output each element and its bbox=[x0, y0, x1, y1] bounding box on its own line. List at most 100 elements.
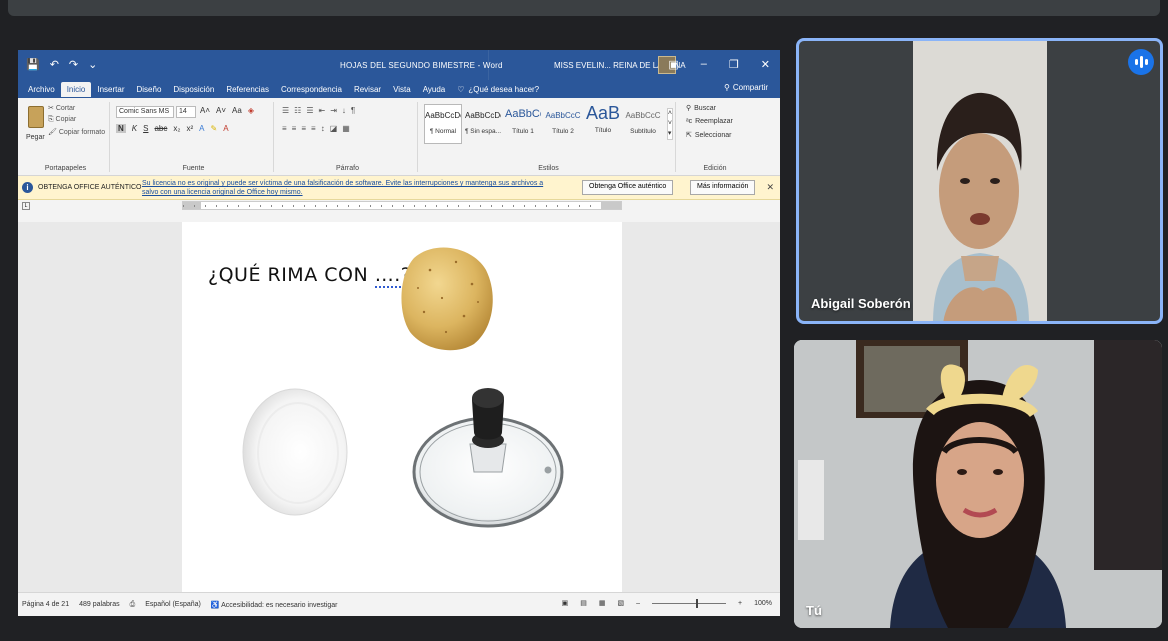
italic-button[interactable]: K bbox=[132, 124, 137, 133]
style-heading-1[interactable]: AaBbCc Título 1 bbox=[504, 104, 542, 144]
redo-icon[interactable]: ↷ bbox=[69, 58, 78, 71]
sort-icon[interactable]: ↓ bbox=[342, 106, 346, 115]
copy-label: Copiar bbox=[55, 116, 77, 123]
get-office-button[interactable]: Obtenga Office auténtico bbox=[582, 180, 674, 195]
styles-scroll-icon[interactable]: ˄ ˅ ▾ bbox=[666, 108, 673, 140]
close-bar-icon[interactable]: ✕ bbox=[766, 182, 774, 193]
strikethrough-button[interactable]: abc bbox=[154, 124, 167, 133]
font-name-select[interactable]: Comic Sans MS bbox=[116, 106, 174, 118]
accessibility-status[interactable]: ♿ Accesibilidad: es necesario investigar bbox=[211, 601, 338, 609]
print-layout-icon[interactable]: ▦ bbox=[599, 599, 606, 607]
font-group-label: Fuente bbox=[182, 165, 205, 172]
participant-tile-self[interactable]: Tú bbox=[794, 340, 1162, 628]
clear-format-icon[interactable]: ◈ bbox=[248, 106, 254, 115]
page-counter[interactable]: Página 4 de 21 bbox=[22, 601, 69, 609]
group-paragraph: ☰ ☷ ☰ ⇤ ⇥ ↓ ¶ ≡ ≡ ≡ ≡ ↕ ◪ ▦ Párrafo bbox=[278, 102, 418, 172]
align-right-icon[interactable]: ≡ bbox=[301, 124, 306, 133]
tab-vista[interactable]: Vista bbox=[387, 82, 417, 97]
shading-icon[interactable]: ◪ bbox=[330, 124, 338, 133]
multilevel-list-icon[interactable]: ☰ bbox=[306, 106, 313, 115]
close-icon[interactable]: ✕ bbox=[761, 58, 770, 71]
customize-qa-icon[interactable]: ⌄ bbox=[88, 58, 97, 71]
font-size-select[interactable]: 14 bbox=[176, 106, 196, 118]
more-info-button[interactable]: Más información bbox=[690, 180, 756, 195]
line-spacing-icon[interactable]: ↕ bbox=[321, 124, 325, 133]
participant-tile-abigail[interactable]: Abigail Soberón bbox=[796, 38, 1163, 324]
tab-archivo[interactable]: Archivo bbox=[22, 82, 61, 97]
undo-icon[interactable]: ↶ bbox=[50, 58, 59, 71]
tell-me-search[interactable]: ♡ ¿Qué desea hacer? bbox=[451, 82, 545, 97]
font-color-icon[interactable]: A bbox=[223, 124, 228, 133]
share-button[interactable]: ⚲ Compartir bbox=[724, 83, 768, 92]
style-no-spacing[interactable]: AaBbCcDc ¶ Sin espa... bbox=[464, 104, 502, 144]
style-title[interactable]: AaB Título bbox=[584, 103, 622, 144]
find-button[interactable]: ⚲ Buscar bbox=[686, 104, 733, 113]
restore-icon[interactable]: ❐ bbox=[729, 58, 739, 71]
tab-inicio[interactable]: Inicio bbox=[60, 81, 92, 97]
replace-label: Reemplazar bbox=[695, 118, 733, 125]
tab-selector[interactable]: L bbox=[22, 202, 30, 210]
language-status[interactable]: Español (España) bbox=[145, 601, 201, 609]
save-icon[interactable]: 💾 bbox=[26, 58, 40, 71]
style-preview: AaBbCcC bbox=[545, 111, 581, 120]
zoom-out-icon[interactable]: – bbox=[636, 600, 640, 607]
copy-button[interactable]: ⎘ Copiar bbox=[48, 116, 105, 124]
cursor-icon: ⇱ bbox=[686, 132, 692, 139]
tab-correspondencia[interactable]: Correspondencia bbox=[275, 82, 348, 97]
decrease-indent-icon[interactable]: ⇤ bbox=[319, 106, 326, 115]
change-case-icon[interactable]: Aa bbox=[232, 106, 242, 115]
zoom-level[interactable]: 100% bbox=[754, 600, 772, 607]
select-button[interactable]: ⇱ Seleccionar bbox=[686, 131, 733, 140]
style-heading-2[interactable]: AaBbCcC Título 2 bbox=[544, 104, 582, 144]
pot-lid-image bbox=[412, 388, 564, 528]
paste-button[interactable]: Pegar bbox=[26, 134, 45, 141]
shrink-font-icon[interactable]: A˅ bbox=[216, 106, 226, 115]
align-center-icon[interactable]: ≡ bbox=[292, 124, 297, 133]
style-subtitle[interactable]: AaBbCcC Subtítulo bbox=[624, 104, 662, 144]
tab-insertar[interactable]: Insertar bbox=[91, 82, 130, 97]
style-normal[interactable]: AaBbCcDc ¶ Normal bbox=[424, 104, 462, 144]
cut-button[interactable]: ✂ Cortar bbox=[48, 104, 105, 112]
zoom-slider[interactable] bbox=[652, 598, 726, 608]
tab-diseno[interactable]: Diseño bbox=[131, 82, 168, 97]
paste-icon[interactable] bbox=[28, 106, 44, 128]
justify-icon[interactable]: ≡ bbox=[311, 124, 316, 133]
proofing-icon[interactable]: ⎙ bbox=[130, 601, 136, 609]
style-name: Título bbox=[594, 127, 612, 134]
tab-referencias[interactable]: Referencias bbox=[220, 82, 275, 97]
superscript-button[interactable]: x² bbox=[186, 124, 193, 133]
focus-mode-icon[interactable]: ▣ bbox=[562, 599, 569, 607]
replace-button[interactable]: ᵃc Reemplazar bbox=[686, 118, 733, 125]
web-layout-icon[interactable]: ▧ bbox=[617, 599, 624, 607]
ribbon-display-options-icon[interactable]: ▣ bbox=[668, 58, 678, 71]
align-left-icon[interactable]: ≡ bbox=[282, 124, 287, 133]
show-marks-icon[interactable]: ¶ bbox=[351, 106, 355, 115]
grow-font-icon[interactable]: A˄ bbox=[200, 106, 210, 115]
format-painter-button[interactable]: 🖌 Copiar formato bbox=[48, 128, 105, 136]
style-preview: AaBbCc bbox=[505, 108, 541, 120]
warning-message-link[interactable]: Su licencia no es original y puede ser v… bbox=[142, 179, 552, 197]
tab-ayuda[interactable]: Ayuda bbox=[417, 82, 452, 97]
tab-disposicion[interactable]: Disposición bbox=[167, 82, 220, 97]
group-styles: AaBbCcDc ¶ Normal AaBbCcDc ¶ Sin espa...… bbox=[422, 102, 676, 172]
participant-video bbox=[913, 41, 1047, 321]
borders-icon[interactable]: ▦ bbox=[342, 124, 350, 133]
increase-indent-icon[interactable]: ⇥ bbox=[330, 106, 337, 115]
tab-revisar[interactable]: Revisar bbox=[348, 82, 387, 97]
underline-button[interactable]: S bbox=[143, 124, 148, 133]
numbering-icon[interactable]: ☷ bbox=[294, 106, 301, 115]
zoom-slider-knob[interactable] bbox=[696, 598, 698, 608]
license-warning-bar: i OBTENGA OFFICE AUTÉNTICO Su licencia n… bbox=[18, 176, 780, 200]
bullets-icon[interactable]: ☰ bbox=[282, 106, 289, 115]
zoom-in-icon[interactable]: + bbox=[738, 600, 742, 607]
document-page[interactable]: ¿QUÉ RIMA CON ….? bbox=[182, 222, 622, 592]
read-mode-icon[interactable]: ▤ bbox=[580, 599, 587, 607]
subscript-button[interactable]: x₂ bbox=[173, 124, 180, 133]
highlight-icon[interactable]: ✎ bbox=[211, 124, 218, 133]
style-name: Título 2 bbox=[552, 128, 574, 135]
text-effects-icon[interactable]: A bbox=[199, 124, 204, 133]
bold-button[interactable]: N bbox=[116, 124, 126, 133]
minimize-icon[interactable]: – bbox=[701, 58, 707, 71]
word-counter[interactable]: 489 palabras bbox=[79, 601, 119, 609]
horizontal-ruler[interactable] bbox=[182, 201, 622, 210]
